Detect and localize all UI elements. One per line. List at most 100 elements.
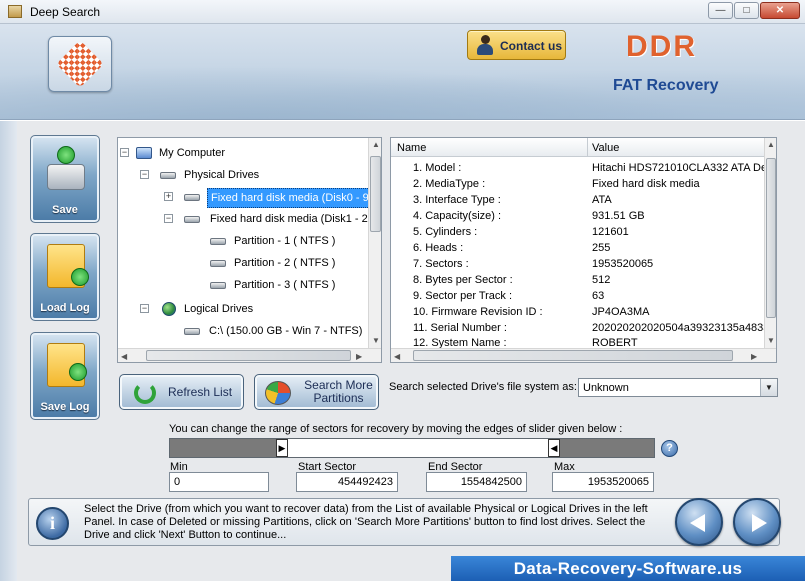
collapse-icon[interactable]: − <box>164 214 173 223</box>
refresh-list-button[interactable]: Refresh List <box>119 374 244 410</box>
scroll-left-icon[interactable]: ◀ <box>394 352 400 361</box>
value-column-header[interactable]: Value <box>592 142 619 154</box>
hard-drive-icon <box>184 216 200 223</box>
chevron-down-icon[interactable]: ▼ <box>760 379 777 396</box>
table-row[interactable]: 7. Sectors :1953520065 <box>391 256 764 272</box>
file-system-label: Search selected Drive's file system as: <box>389 381 577 393</box>
logical-drive-icon <box>184 328 200 335</box>
start-sector-field[interactable]: 454492423 <box>296 472 398 492</box>
table-row[interactable]: 3. Interface Type : ATA <box>391 192 764 208</box>
hard-drive-icon <box>184 194 200 201</box>
partition-icon <box>210 260 226 267</box>
pie-chart-icon <box>265 381 291 405</box>
load-log-button[interactable]: Load Log <box>30 233 100 321</box>
website-banner: Data-Recovery-Software.us <box>451 556 805 581</box>
drive-tree[interactable]: − My Computer − Physical Drives + Fixed … <box>117 137 382 363</box>
person-icon <box>476 35 494 55</box>
scroll-thumb[interactable] <box>766 158 776 318</box>
title-bar: Deep Search — □ ✕ <box>0 0 805 24</box>
table-row[interactable]: 1. Model :Hitachi HDS721010CLA332 ATA De… <box>391 160 764 176</box>
table-row[interactable]: 10. Firmware Revision ID : JP4OA3MA <box>391 304 764 320</box>
collapse-icon[interactable]: − <box>120 148 129 157</box>
search-more-label: Search More Partitions <box>304 378 373 405</box>
save-button[interactable]: Save <box>30 135 100 223</box>
product-name: FAT Recovery <box>613 77 719 94</box>
drive-properties-list[interactable]: Name Value 1. Model : Hitachi HDS721010CL… <box>390 137 777 363</box>
end-sector-field[interactable]: 1554842500 <box>426 472 527 492</box>
table-row[interactable]: 11. Serial Number :202020202020504a39323… <box>391 320 764 336</box>
tree-node-disk1[interactable]: − Fixed hard disk media (Disk1 - 2.73 <box>118 210 381 228</box>
arrow-right-icon <box>752 514 767 532</box>
properties-vertical-scrollbar[interactable]: ▲ ▼ <box>764 138 776 348</box>
max-sector-field: 1953520065 <box>552 472 654 492</box>
save-label: Save <box>52 204 78 216</box>
save-log-arrow-icon <box>69 363 87 381</box>
tree-node-logical-drives[interactable]: − Logical Drives <box>118 300 368 318</box>
tree-node-disk0[interactable]: + Fixed hard disk media (Disk0 - 931. <box>118 188 381 208</box>
save-arrow-icon <box>57 146 75 164</box>
table-row[interactable]: 6. Heads :255 <box>391 240 764 256</box>
table-row[interactable]: 8. Bytes per Sector :512 <box>391 272 764 288</box>
close-button[interactable]: ✕ <box>760 2 800 19</box>
name-column-header[interactable]: Name <box>397 142 426 154</box>
save-drive-icon <box>47 164 85 190</box>
file-system-dropdown[interactable]: Unknown ▼ <box>578 378 778 397</box>
scroll-thumb[interactable] <box>370 156 381 232</box>
search-more-partitions-button[interactable]: Search More Partitions <box>254 374 379 410</box>
start-sector-handle[interactable]: ▶ <box>276 439 288 457</box>
end-sector-handle[interactable]: ◀ <box>548 439 560 457</box>
file-system-value: Unknown <box>583 382 629 394</box>
refresh-icon <box>134 382 156 404</box>
minimize-button[interactable]: — <box>708 2 733 19</box>
scroll-up-icon[interactable]: ▲ <box>372 140 380 149</box>
properties-header: Name Value <box>391 138 764 157</box>
tree-node-partition-1[interactable]: Partition - 1 ( NTFS ) <box>118 232 368 250</box>
back-button[interactable] <box>675 498 723 546</box>
tree-horizontal-scrollbar[interactable]: ◀ ▶ <box>118 348 381 362</box>
scroll-right-icon[interactable]: ▶ <box>356 352 362 361</box>
scroll-down-icon[interactable]: ▼ <box>372 336 380 345</box>
table-row[interactable]: 9. Sector per Track :63 <box>391 288 764 304</box>
refresh-list-label: Refresh List <box>168 385 233 399</box>
header-banner: Contact us DDR FAT Recovery <box>0 24 805 120</box>
window-title: Deep Search <box>30 5 101 19</box>
partition-icon <box>210 238 226 245</box>
table-row[interactable]: 5. Cylinders :121601 <box>391 224 764 240</box>
tree-node-partition-3[interactable]: Partition - 3 ( NTFS ) <box>118 276 368 294</box>
table-row[interactable]: 4. Capacity(size) :931.51 GB <box>391 208 764 224</box>
scroll-thumb[interactable] <box>146 350 351 361</box>
scroll-down-icon[interactable]: ▼ <box>767 336 775 345</box>
sector-range-slider[interactable]: ▶ ◀ <box>169 438 655 458</box>
brand-name: DDR <box>626 30 697 63</box>
help-icon[interactable]: ? <box>661 440 678 457</box>
save-log-button[interactable]: Save Log <box>30 332 100 420</box>
info-icon: i <box>36 507 69 540</box>
scroll-thumb[interactable] <box>413 350 733 361</box>
maximize-button[interactable]: □ <box>734 2 759 19</box>
contact-us-button[interactable]: Contact us <box>467 30 566 60</box>
tree-node-c-drive[interactable]: C:\ (150.00 GB - Win 7 - NTFS) <box>118 322 368 340</box>
save-log-label: Save Log <box>40 401 90 413</box>
app-logo <box>48 36 112 92</box>
collapse-icon[interactable]: − <box>140 304 149 313</box>
website-url: Data-Recovery-Software.us <box>513 559 743 578</box>
scroll-up-icon[interactable]: ▲ <box>767 140 775 149</box>
globe-icon <box>162 302 176 316</box>
tree-node-partition-2[interactable]: Partition - 2 ( NTFS ) <box>118 254 368 272</box>
scroll-right-icon[interactable]: ▶ <box>751 352 757 361</box>
expand-icon[interactable]: + <box>164 192 173 201</box>
info-text: Select the Drive (from which you want to… <box>84 503 648 541</box>
computer-icon <box>136 147 152 159</box>
tree-node-physical-drives[interactable]: − Physical Drives <box>118 166 368 184</box>
collapse-icon[interactable]: − <box>140 170 149 179</box>
table-row[interactable]: 2. MediaType : Fixed hard disk media <box>391 176 764 192</box>
next-button[interactable] <box>733 498 781 546</box>
properties-horizontal-scrollbar[interactable]: ◀ ▶ <box>391 348 776 362</box>
sector-range-note: You can change the range of sectors for … <box>169 423 623 435</box>
arrow-left-icon <box>690 514 705 532</box>
scroll-left-icon[interactable]: ◀ <box>121 352 127 361</box>
tree-node-my-computer[interactable]: − My Computer <box>118 144 368 162</box>
tree-vertical-scrollbar[interactable]: ▲ ▼ <box>368 138 381 348</box>
hard-drive-icon <box>160 172 176 179</box>
contact-us-label: Contact us <box>500 39 563 53</box>
